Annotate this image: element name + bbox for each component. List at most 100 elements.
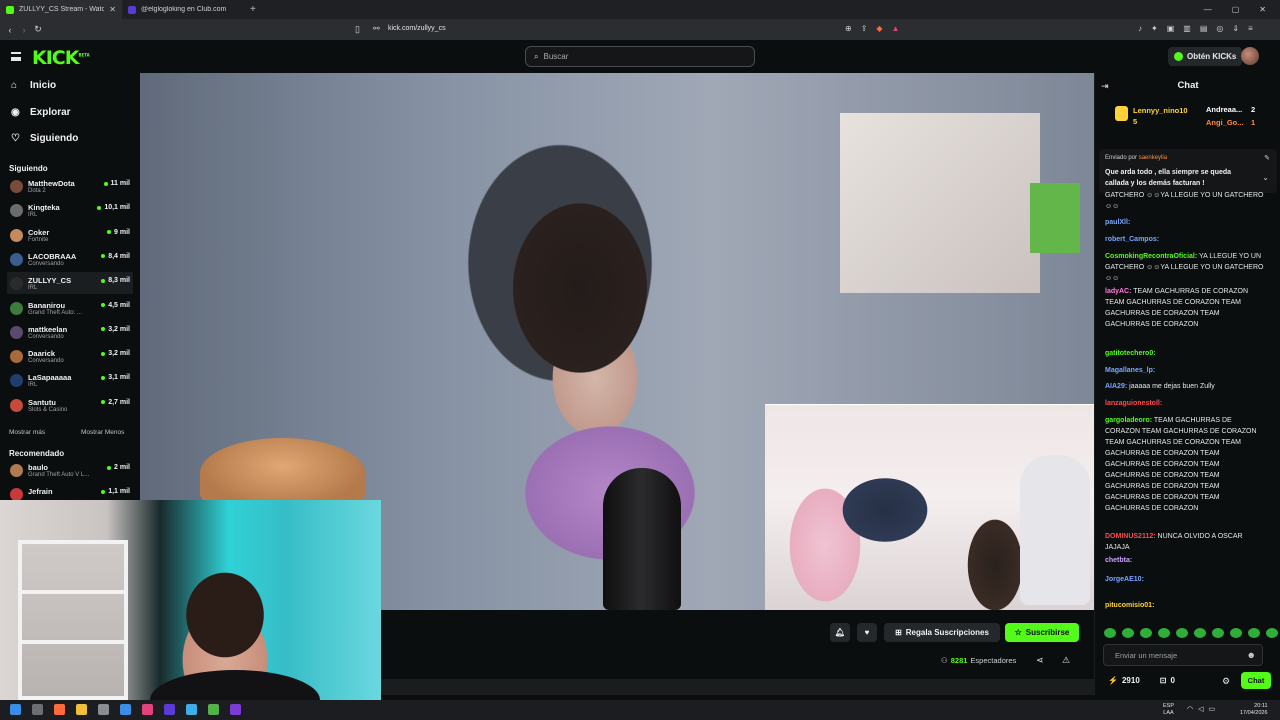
app-icon[interactable] <box>230 704 241 715</box>
emote-icon[interactable] <box>1140 628 1152 638</box>
back-icon[interactable]: ‹ <box>3 25 17 35</box>
chat-username[interactable]: robert_Campos: <box>1105 236 1159 243</box>
app-icon[interactable] <box>164 704 175 715</box>
sidebar-toggle-icon[interactable]: ▥ <box>1183 24 1191 33</box>
vpn-icon[interactable]: ◎ <box>1216 24 1223 33</box>
emote-icon[interactable] <box>1194 628 1206 638</box>
reload-icon[interactable]: ↻ <box>31 24 45 35</box>
pinned-by-user[interactable]: saenkeylla <box>1139 155 1167 161</box>
chat-input-box[interactable]: ☻ <box>1103 644 1263 666</box>
chat-send-button[interactable]: Chat <box>1241 672 1271 689</box>
emote-icon[interactable] <box>1248 628 1260 638</box>
user-avatar[interactable] <box>1241 47 1259 65</box>
menu-icon[interactable]: ≡ <box>1248 24 1253 33</box>
sidebar-channel-row[interactable]: LACOBRAAA Conversando 8,4 mil <box>7 248 133 270</box>
download-icon[interactable]: ⇓ <box>1232 24 1239 33</box>
sidebar-nav-following[interactable]: ♡ Siguiendo <box>11 133 78 144</box>
show-more-link[interactable]: Mostrar más <box>9 429 45 436</box>
search-box[interactable]: ⌕ <box>525 46 755 67</box>
subscribe-button[interactable]: ☆ Suscribirse <box>1005 623 1079 642</box>
volume-icon[interactable]: ◁ <box>1198 705 1203 713</box>
chat-username[interactable]: gargoladeoro: <box>1105 417 1152 424</box>
sidebar-channel-row[interactable]: baulo Grand Theft Auto V L... 2 mil <box>7 459 133 481</box>
language-indicator[interactable]: ESP LAA <box>1163 703 1174 716</box>
chat-username[interactable]: JorgeAE10: <box>1105 576 1144 583</box>
camera-icon[interactable]: ▣ <box>1167 24 1175 33</box>
pin-icon[interactable]: ✎ <box>1264 154 1270 162</box>
sidebar-channel-row[interactable]: mattkeelan Conversando 3,2 mil <box>7 321 133 343</box>
leaderboard-user[interactable]: Lennyy_nino10 <box>1133 106 1188 115</box>
sidebar-channel-row[interactable]: ZULLYY_CS IRL 8,3 mil <box>7 272 133 295</box>
app-icon[interactable] <box>98 704 109 715</box>
brave-shield-icon[interactable]: ◆ <box>876 24 882 33</box>
sidebar-nav-explore[interactable]: ◉ Explorar <box>11 107 71 118</box>
app-icon[interactable] <box>142 704 153 715</box>
rewards-icon[interactable]: ▲ <box>892 24 900 33</box>
emote-icon[interactable] <box>1266 628 1278 638</box>
get-kicks-button[interactable]: Obtén KICKs <box>1168 47 1243 66</box>
url-field[interactable]: kick.com/zullyy_cs <box>388 25 446 32</box>
chat-username[interactable]: CosmokingRecontraOficial: <box>1105 253 1197 260</box>
app-icon[interactable] <box>186 704 197 715</box>
report-icon[interactable]: ⚠ <box>1062 655 1070 666</box>
close-window-icon[interactable]: ✕ <box>1259 5 1266 14</box>
minimize-icon[interactable]: — <box>1204 5 1212 14</box>
hamburger-menu-icon[interactable] <box>11 52 21 61</box>
sidebar-channel-row[interactable]: Daarick Conversando 3,2 mil <box>7 345 133 367</box>
chat-username[interactable]: paulXll: <box>1105 219 1130 226</box>
share-icon[interactable]: ⇪ <box>861 24 868 33</box>
chat-username[interactable]: pitucomisio01: <box>1105 602 1154 609</box>
emote-icon[interactable] <box>1122 628 1134 638</box>
chat-username[interactable]: gatitotechero0: <box>1105 350 1156 357</box>
leaderboard-user[interactable]: Angi_Go... <box>1206 118 1244 127</box>
emote-icon[interactable] <box>1176 628 1188 638</box>
sidebar-nav-home[interactable]: ⌂ Inicio <box>11 80 56 91</box>
follow-button[interactable]: ♥ <box>857 623 877 642</box>
chat-input[interactable] <box>1115 650 1245 660</box>
chevron-down-icon[interactable]: ⌄ <box>1262 173 1269 182</box>
emote-icon[interactable] <box>1104 628 1116 638</box>
battery-icon[interactable]: ▭ <box>1209 705 1216 713</box>
sidebar-channel-row[interactable]: LaSapaaaaa IRL 3,1 mil <box>7 369 133 391</box>
sidebar-channel-row[interactable]: Santutu Slots & Casino 2,7 mil <box>7 394 133 416</box>
gift-subs-button[interactable]: ⊞ Regala Suscripciones <box>884 623 1000 642</box>
notifications-button[interactable]: 🔔︎ <box>830 623 850 642</box>
puzzle-icon[interactable]: ✦ <box>1151 24 1158 33</box>
sidebar-channel-row[interactable]: Kingteka IRL 10,1 mil <box>7 199 133 221</box>
extension-icon[interactable]: ♪ <box>1138 24 1142 33</box>
new-tab-icon[interactable]: + <box>250 4 256 15</box>
chat-username[interactable]: Magallanes_lp: <box>1105 367 1155 374</box>
app-icon[interactable] <box>208 704 219 715</box>
leaderboard-user[interactable]: Andreaa... <box>1206 105 1242 114</box>
maximize-icon[interactable]: ▢ <box>1232 5 1240 14</box>
clock[interactable]: 20:11 17/04/2026 <box>1240 703 1268 716</box>
browser-tab-inactive[interactable]: @elglogloking en Club.com <box>122 0 244 19</box>
search-icon[interactable] <box>32 704 43 715</box>
zoom-icon[interactable]: ⊕ <box>845 24 852 33</box>
steam-icon[interactable] <box>120 704 131 715</box>
chat-username[interactable]: lanzaguionestoll: <box>1105 400 1162 407</box>
brave-icon[interactable] <box>54 704 65 715</box>
file-explorer-icon[interactable] <box>76 704 87 715</box>
chat-username[interactable]: chetbta: <box>1105 557 1132 564</box>
sidebar-channel-row[interactable]: Bananirou Grand Theft Auto: ... 4,5 mil <box>7 297 133 319</box>
chat-username[interactable]: DOMINUS2112: <box>1105 533 1156 540</box>
chat-username[interactable]: AIA29: <box>1105 383 1127 390</box>
kick-logo[interactable]: KICKBETA <box>32 47 90 69</box>
emote-icon[interactable] <box>1212 628 1224 638</box>
emoji-icon[interactable]: ☻ <box>1247 650 1256 660</box>
show-less-link[interactable]: Mostrar Menos <box>81 429 124 436</box>
chat-username[interactable]: ladyAC: <box>1105 288 1131 295</box>
emote-icon[interactable] <box>1230 628 1242 638</box>
emote-icon[interactable] <box>1158 628 1170 638</box>
site-info-icon[interactable]: ⚯ <box>373 24 380 33</box>
wifi-icon[interactable]: ◠ <box>1187 705 1193 713</box>
sidebar-channel-row[interactable]: MatthewDota Dota 2 11 mil <box>7 175 133 197</box>
channel-points[interactable]: ⚡ 2910 ⊡ 0 <box>1108 676 1175 685</box>
close-tab-icon[interactable]: ✕ <box>109 5 116 14</box>
sidebar-channel-row[interactable]: Coker Fortnite 9 mil <box>7 224 133 246</box>
share-icon[interactable]: ⋖ <box>1036 655 1044 666</box>
wallet-icon[interactable]: ▤ <box>1200 24 1208 33</box>
forward-icon[interactable]: › <box>17 25 31 35</box>
settings-gear-icon[interactable]: ⚙ <box>1222 676 1230 687</box>
